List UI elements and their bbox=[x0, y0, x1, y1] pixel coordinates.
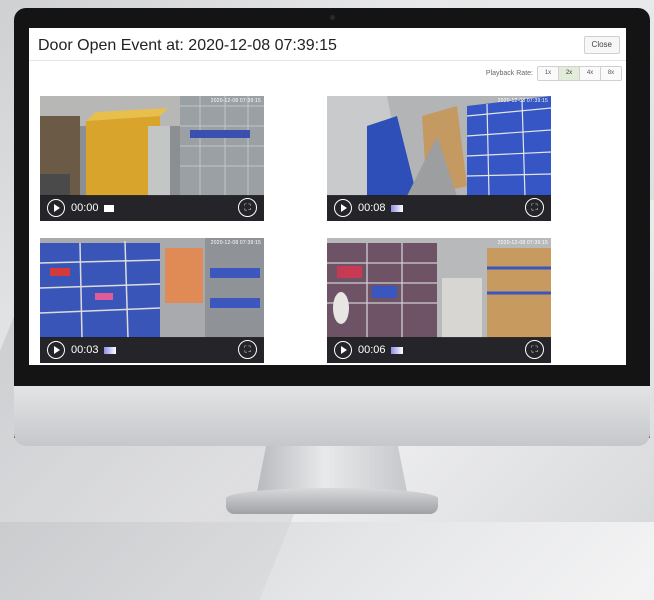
camera-feed-2 bbox=[327, 96, 551, 196]
play-icon[interactable] bbox=[334, 341, 352, 359]
video-progress-2[interactable] bbox=[390, 204, 403, 212]
video-time-2: 00:08 bbox=[358, 202, 386, 214]
video-time-3: 00:03 bbox=[71, 344, 99, 356]
header-divider bbox=[29, 60, 626, 61]
monitor-stand-base bbox=[226, 488, 438, 514]
video-progress-3[interactable] bbox=[103, 346, 116, 354]
rate-button-2x[interactable]: 2x bbox=[558, 67, 579, 80]
rate-button-4x[interactable]: 4x bbox=[579, 67, 600, 80]
playback-rate-label: Playback Rate: bbox=[485, 70, 533, 77]
video-timestamp-2: 2020-12-08 07:39:15 bbox=[497, 98, 548, 104]
video-controls-4: 00:06 ⛶ bbox=[327, 337, 551, 363]
video-player-3[interactable]: 2020-12-08 07:39:15 00:03 ⛶ bbox=[40, 238, 264, 363]
video-player-2[interactable]: 2020-12-08 07:39:15 00:08 ⛶ bbox=[327, 96, 551, 221]
video-timestamp-1: 2020-12-08 07:39:15 bbox=[210, 98, 261, 104]
video-player-4[interactable]: 2020-12-08 07:39:15 00:06 ⛶ bbox=[327, 238, 551, 363]
video-controls-3: 00:03 ⛶ bbox=[40, 337, 264, 363]
monitor-lower-bezel bbox=[14, 366, 650, 388]
video-player-1[interactable]: 2020-12-08 07:39:15 00:00 ⛶ bbox=[40, 96, 264, 221]
fullscreen-icon[interactable]: ⛶ bbox=[525, 340, 544, 359]
playback-rate-buttons: 1x 2x 4x 8x bbox=[537, 66, 622, 81]
playback-rate-control: Playback Rate: 1x 2x 4x 8x bbox=[486, 66, 622, 81]
play-icon[interactable] bbox=[47, 341, 65, 359]
video-controls-2: 00:08 ⛶ bbox=[327, 195, 551, 221]
rate-button-1x[interactable]: 1x bbox=[538, 67, 558, 80]
rate-button-8x[interactable]: 8x bbox=[600, 67, 621, 80]
video-progress-4[interactable] bbox=[390, 346, 403, 354]
monitor-chin bbox=[14, 386, 650, 446]
video-time-4: 00:06 bbox=[358, 344, 386, 356]
play-icon[interactable] bbox=[334, 199, 352, 217]
fullscreen-icon[interactable]: ⛶ bbox=[238, 340, 257, 359]
camera-feed-1 bbox=[40, 96, 264, 196]
camera-feed-4 bbox=[327, 238, 551, 338]
close-button[interactable]: Close bbox=[583, 36, 620, 54]
dialog-title: Door Open Event at: 2020-12-08 07:39:15 bbox=[38, 37, 337, 54]
camera-feed-3 bbox=[40, 238, 264, 338]
video-timestamp-3: 2020-12-08 07:39:15 bbox=[210, 240, 261, 246]
fullscreen-icon[interactable]: ⛶ bbox=[525, 198, 544, 217]
fullscreen-icon[interactable]: ⛶ bbox=[238, 198, 257, 217]
video-time-1: 00:00 bbox=[71, 202, 99, 214]
video-progress-1[interactable] bbox=[103, 204, 114, 212]
video-controls-1: 00:00 ⛶ bbox=[40, 195, 264, 221]
webcam-dot bbox=[330, 15, 335, 20]
video-timestamp-4: 2020-12-08 07:39:15 bbox=[497, 240, 548, 246]
play-icon[interactable] bbox=[47, 199, 65, 217]
monitor-stand-neck bbox=[257, 446, 407, 492]
screen: Door Open Event at: 2020-12-08 07:39:15 … bbox=[29, 28, 626, 365]
